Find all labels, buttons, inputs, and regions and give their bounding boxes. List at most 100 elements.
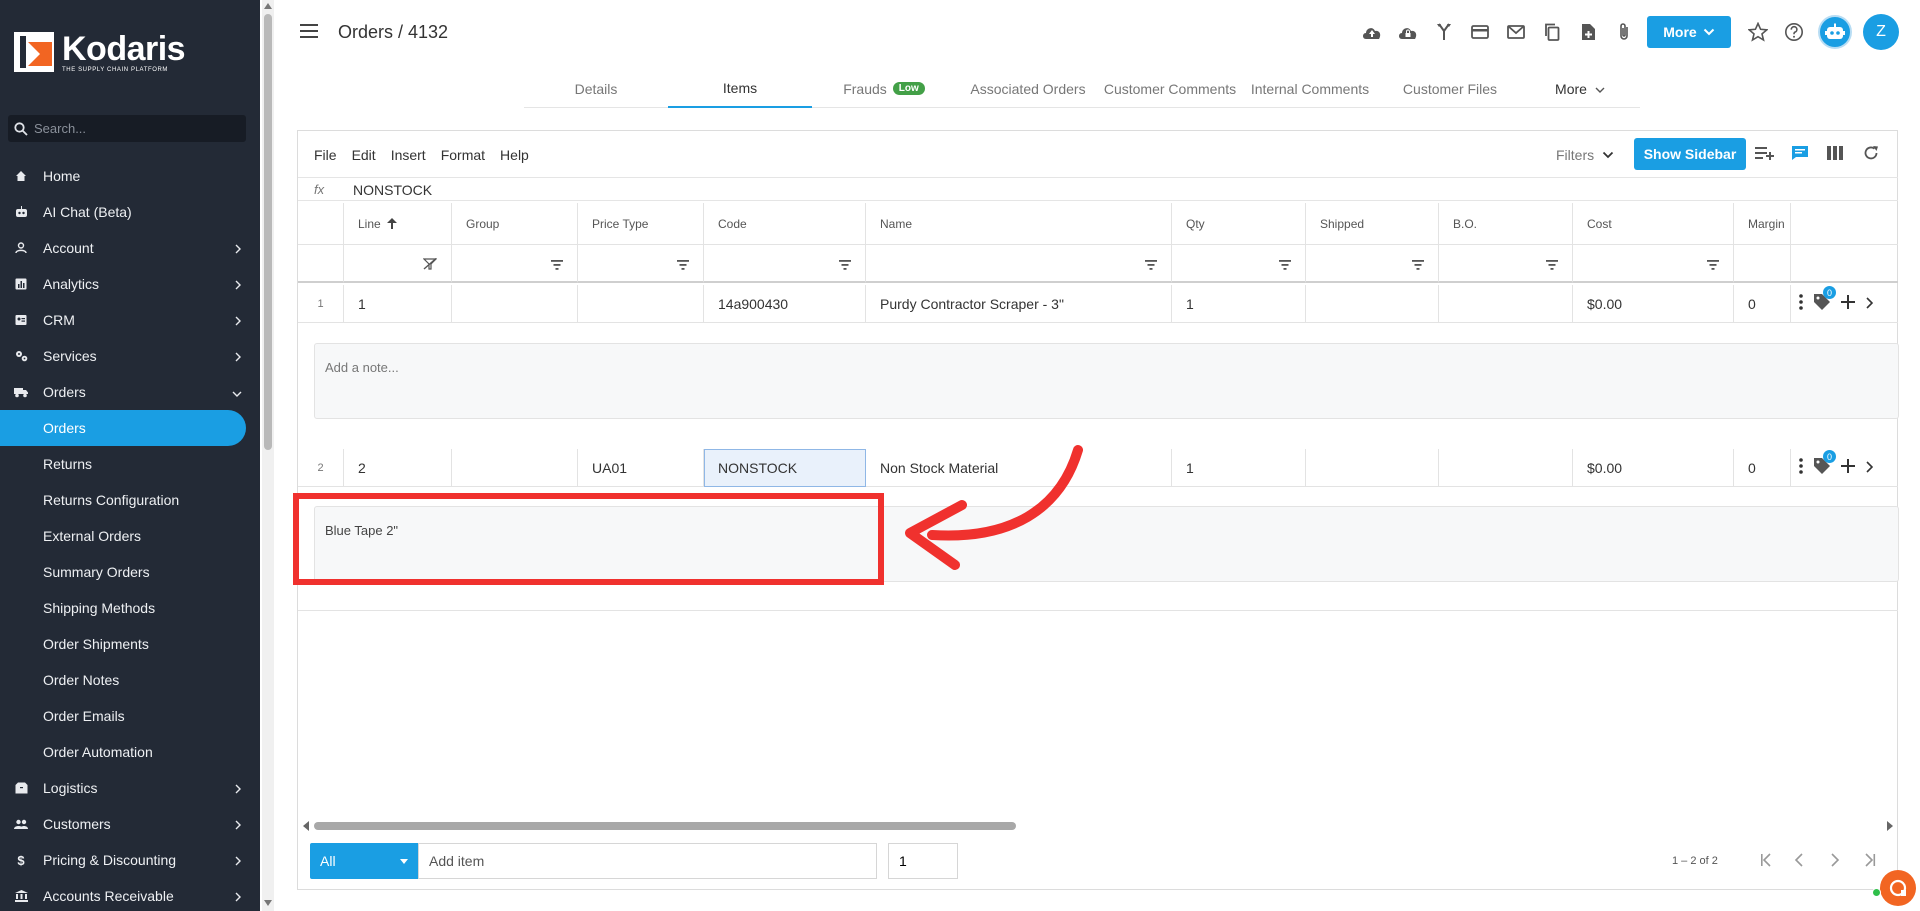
credit-card-icon[interactable] [1462,20,1498,44]
filter-cell-cost[interactable] [1573,245,1734,283]
cell-shipped[interactable] [1306,449,1439,487]
column-header-group[interactable]: Group [452,203,578,245]
filter-icon[interactable] [1412,257,1424,273]
tag-icon[interactable]: 0 [1813,286,1836,314]
new-document-icon[interactable] [1570,20,1606,44]
filter-icon[interactable] [551,257,563,273]
sidebar-search-input[interactable] [34,121,234,136]
sidebar-scrollbar-thumb[interactable] [264,14,272,450]
ai-assistant-icon[interactable] [1818,15,1852,49]
show-sidebar-button[interactable]: Show Sidebar [1634,138,1746,170]
first-page-icon[interactable] [1759,853,1773,870]
column-header-name[interactable]: Name [866,203,1172,245]
column-header-bo[interactable]: B.O. [1439,203,1573,245]
column-header-qty[interactable]: Qty [1172,203,1306,245]
note-input[interactable] [325,360,925,375]
column-header-cost[interactable]: Cost [1573,203,1734,245]
cell-line[interactable]: 2 [344,449,452,487]
column-header-price-type[interactable]: Price Type [578,203,704,245]
cell-name[interactable]: Purdy Contractor Scraper - 3" [866,285,1172,323]
sidebar-item-home[interactable]: Home [0,158,260,194]
sidebar-subitem-orders[interactable]: Orders [0,410,246,446]
cell-cost[interactable]: $0.00 [1573,285,1734,323]
menu-insert[interactable]: Insert [391,147,426,163]
tab-customer-comments[interactable]: Customer Comments [1100,70,1240,108]
sidebar-subitem-external-orders[interactable]: External Orders [0,518,260,554]
filters-dropdown[interactable]: Filters [1556,147,1614,163]
tab-items[interactable]: Items [668,70,812,108]
clear-filter-icon[interactable] [422,257,438,273]
sidebar-item-orders[interactable]: Orders [0,374,260,410]
tab-associated-orders[interactable]: Associated Orders [956,70,1100,108]
cell-price-type[interactable] [578,285,704,323]
filter-icon[interactable] [1546,257,1558,273]
support-chat-icon[interactable] [1880,870,1916,906]
column-header-line[interactable]: Line [344,203,452,245]
user-avatar[interactable]: Z [1863,14,1899,50]
sidebar-item-account[interactable]: Account [0,230,260,266]
sidebar-subitem-order-automation[interactable]: Order Automation [0,734,260,770]
next-page-icon[interactable] [1830,853,1840,870]
menu-hamburger-icon[interactable] [300,24,318,38]
filter-cell-margin[interactable] [1734,245,1791,283]
kebab-menu-icon[interactable] [1799,458,1803,477]
menu-edit[interactable]: Edit [352,147,376,163]
sidebar-item-logistics[interactable]: Logistics [0,770,260,806]
sidebar-item-pricing[interactable]: $ Pricing & Discounting [0,842,260,878]
previous-page-icon[interactable] [1794,853,1804,870]
chevron-right-icon[interactable] [1865,460,1874,476]
refresh-icon[interactable] [1863,145,1879,164]
filter-icon[interactable] [677,257,689,273]
sidebar-scrollbar[interactable] [262,0,274,911]
add-icon[interactable] [1841,459,1855,476]
add-icon[interactable] [1841,295,1855,312]
scroll-up-icon[interactable] [264,3,272,9]
scroll-left-icon[interactable] [302,821,310,831]
cloud-lock-icon[interactable] [1390,20,1426,44]
comments-icon[interactable] [1791,145,1809,164]
favorite-star-icon[interactable] [1747,21,1769,45]
cell-qty[interactable]: 1 [1172,285,1306,323]
menu-file[interactable]: File [314,147,337,163]
tab-customer-files[interactable]: Customer Files [1380,70,1520,108]
tab-more[interactable]: More [1520,70,1640,108]
column-header-code[interactable]: Code [704,203,866,245]
cell-qty[interactable]: 1 [1172,449,1306,487]
chevron-right-icon[interactable] [1865,296,1874,312]
horizontal-scrollbar-thumb[interactable] [314,822,1016,830]
scroll-down-icon[interactable] [264,900,272,906]
filter-cell-price-type[interactable] [578,245,704,283]
filter-cell-qty[interactable] [1172,245,1306,283]
filter-icon[interactable] [1145,257,1157,273]
filter-icon[interactable] [1279,257,1291,273]
sidebar-subitem-order-notes[interactable]: Order Notes [0,662,260,698]
kebab-menu-icon[interactable] [1799,294,1803,313]
cell-code[interactable]: 14a900430 [704,285,866,323]
cell-group[interactable] [452,285,578,323]
sidebar-item-analytics[interactable]: Analytics [0,266,260,302]
menu-help[interactable]: Help [500,147,529,163]
sidebar-item-ai-chat[interactable]: AI Chat (Beta) [0,194,260,230]
add-item-qty-input[interactable] [888,843,958,879]
filter-icon[interactable] [839,257,851,273]
sidebar-subitem-returns[interactable]: Returns [0,446,260,482]
cell-margin[interactable]: 0 [1734,449,1791,487]
sidebar-search[interactable] [8,115,246,142]
merge-icon[interactable] [1426,20,1462,44]
help-icon[interactable] [1784,22,1804,45]
cloud-upload-icon[interactable] [1354,20,1390,44]
last-page-icon[interactable] [1863,853,1877,870]
cell-group[interactable] [452,449,578,487]
attachment-icon[interactable] [1606,20,1642,44]
column-header-margin[interactable]: Margin [1734,203,1791,245]
tab-details[interactable]: Details [524,70,668,108]
tab-internal-comments[interactable]: Internal Comments [1240,70,1380,108]
filter-cell-name[interactable] [866,245,1172,283]
filter-cell-bo[interactable] [1439,245,1573,283]
cell-shipped[interactable] [1306,285,1439,323]
row-note-area[interactable] [314,343,1899,419]
add-row-icon[interactable] [1755,145,1775,164]
more-actions-button[interactable]: More [1647,16,1731,48]
sidebar-item-accounts-receivable[interactable]: Accounts Receivable [0,878,260,911]
tag-icon[interactable]: 0 [1813,450,1836,478]
